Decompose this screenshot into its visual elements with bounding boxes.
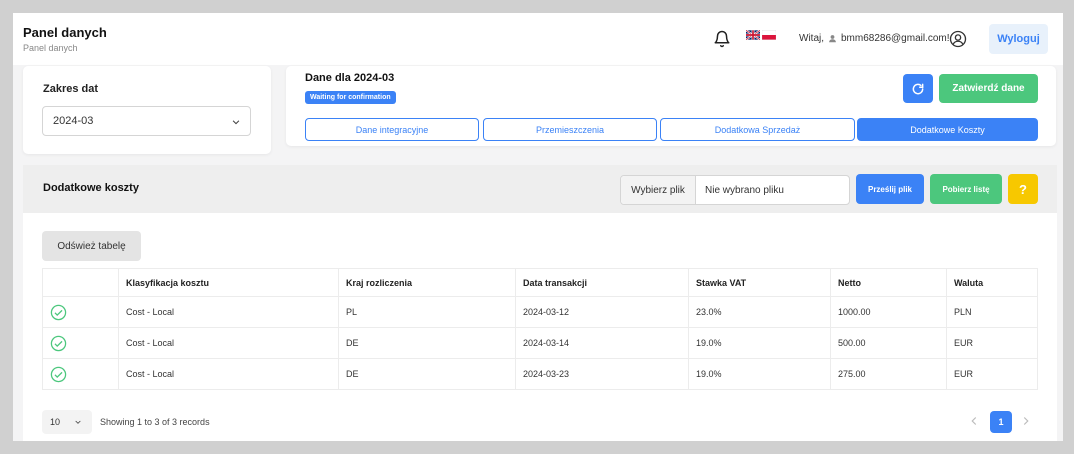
chevron-right-icon[interactable] [1019, 414, 1033, 428]
net-cell: 1000.00 [830, 296, 947, 328]
page-title: Panel danych [23, 25, 107, 40]
app-window: Panel danych Panel danych Witaj, bmm6828… [13, 13, 1063, 441]
breadcrumb: Panel danych [23, 43, 78, 53]
page-size-select[interactable]: 10 [42, 410, 92, 434]
table-row[interactable]: Cost - Local DE 2024-03-14 19.0% 500.00 … [42, 327, 1038, 359]
date-range-card: Zakres dat 2024-03 [23, 66, 271, 154]
tab-transfers[interactable]: Przemieszczenia [483, 118, 657, 141]
table-row[interactable]: Cost - Local DE 2024-03-23 19.0% 275.00 … [42, 358, 1038, 390]
greeting-prefix: Witaj, [799, 33, 824, 44]
user-greeting: Witaj, bmm68286@gmail.com! [799, 33, 950, 44]
status-title: Dane dla 2024-03 [305, 72, 395, 84]
net-cell: 500.00 [830, 327, 947, 359]
chevron-down-icon [232, 120, 240, 125]
refresh-button[interactable] [903, 74, 933, 103]
flag-uk-icon[interactable] [746, 30, 760, 40]
bell-icon[interactable] [713, 30, 731, 48]
currency-cell: PLN [946, 296, 1038, 328]
classification-cell: Cost - Local [118, 296, 339, 328]
status-cell [42, 296, 119, 328]
tab-integration-data[interactable]: Dane integracyjne [305, 118, 479, 141]
chevron-left-icon[interactable] [967, 414, 981, 428]
column-header-date[interactable]: Data transakcji [515, 268, 689, 297]
date-range-label: Zakres dat [43, 83, 99, 95]
column-header-country[interactable]: Kraj rozliczenia [338, 268, 516, 297]
date-cell: 2024-03-14 [515, 327, 689, 359]
status-cell [42, 358, 119, 390]
account-icon[interactable] [949, 30, 967, 48]
costs-header: Dodatkowe koszty Wybierz plik Nie wybran… [23, 165, 1057, 213]
table-header-row: Klasyfikacja kosztu Kraj rozliczenia Dat… [42, 268, 1038, 297]
logout-button[interactable]: Wyloguj [989, 24, 1048, 54]
flag-pl-icon[interactable] [762, 30, 776, 40]
user-icon [829, 35, 836, 43]
file-name-label: Nie wybrano pliku [705, 184, 784, 196]
download-list-button[interactable]: Pobierz listę [930, 174, 1002, 204]
vat-cell: 19.0% [688, 327, 831, 359]
costs-table: Klasyfikacja kosztu Kraj rozliczenia Dat… [42, 268, 1038, 390]
status-badge: Waiting for confirmation [305, 91, 396, 104]
date-cell: 2024-03-12 [515, 296, 689, 328]
table-row[interactable]: Cost - Local PL 2024-03-12 23.0% 1000.00… [42, 296, 1038, 328]
column-header-status [42, 268, 119, 297]
check-circle-icon [50, 304, 67, 320]
chevron-down-icon [75, 420, 81, 424]
classification-cell: Cost - Local [118, 327, 339, 359]
confirm-data-button[interactable]: Zatwierdź dane [939, 74, 1038, 103]
vat-cell: 23.0% [688, 296, 831, 328]
refresh-table-button[interactable]: Odśwież tabelę [42, 231, 141, 261]
status-card: Dane dla 2024-03 Waiting for confirmatio… [286, 66, 1056, 146]
column-header-net[interactable]: Netto [830, 268, 947, 297]
user-email: bmm68286@gmail.com! [841, 33, 950, 44]
tab-additional-costs[interactable]: Dodatkowe Koszty [857, 118, 1038, 141]
additional-costs-section: Dodatkowe koszty Wybierz plik Nie wybran… [23, 165, 1057, 441]
status-cell [42, 327, 119, 359]
vat-cell: 19.0% [688, 358, 831, 390]
country-cell: DE [338, 327, 516, 359]
upload-file-button[interactable]: Prześlij plik [856, 174, 924, 204]
check-circle-icon [50, 335, 67, 351]
help-button[interactable]: ? [1008, 174, 1038, 204]
refresh-icon [912, 83, 924, 94]
page-size-value: 10 [50, 417, 61, 427]
check-circle-icon [50, 366, 67, 382]
currency-cell: EUR [946, 327, 1038, 359]
choose-file-button[interactable]: Wybierz plik [621, 176, 696, 204]
country-cell: PL [338, 296, 516, 328]
records-info: Showing 1 to 3 of 3 records [100, 417, 210, 427]
top-header: Panel danych Panel danych Witaj, bmm6828… [13, 13, 1063, 65]
file-input[interactable]: Wybierz plik Nie wybrano pliku [620, 175, 850, 205]
costs-title: Dodatkowe koszty [43, 182, 139, 194]
date-cell: 2024-03-23 [515, 358, 689, 390]
net-cell: 275.00 [830, 358, 947, 390]
classification-cell: Cost - Local [118, 358, 339, 390]
date-range-value: 2024-03 [53, 115, 94, 127]
language-switcher [746, 30, 776, 40]
column-header-vat[interactable]: Stawka VAT [688, 268, 831, 297]
tab-additional-sales[interactable]: Dodatkowa Sprzedaż [660, 118, 855, 141]
date-range-select[interactable]: 2024-03 [42, 106, 251, 136]
column-header-classification[interactable]: Klasyfikacja kosztu [118, 268, 339, 297]
currency-cell: EUR [946, 358, 1038, 390]
column-header-currency[interactable]: Waluta [946, 268, 1038, 297]
country-cell: DE [338, 358, 516, 390]
pagination-page-button[interactable]: 1 [990, 411, 1012, 433]
